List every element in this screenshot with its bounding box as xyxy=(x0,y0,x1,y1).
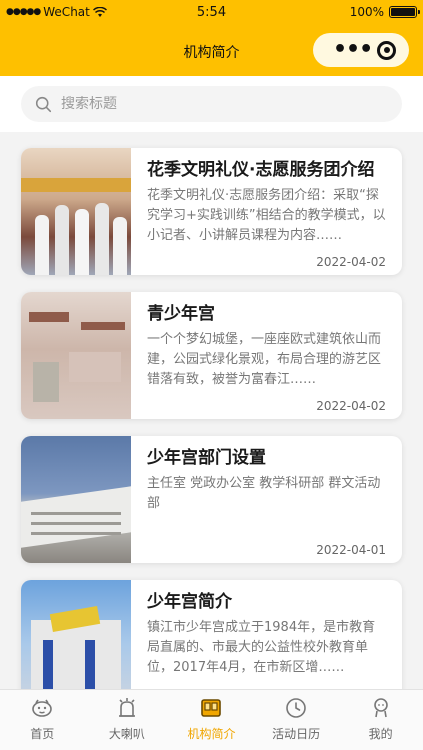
tab-organization[interactable]: 机构简介 xyxy=(169,690,254,750)
article-title: 花季文明礼仪·志愿服务团介绍 xyxy=(147,160,375,180)
home-icon xyxy=(32,699,53,717)
article-date: 2022-04-02 xyxy=(316,399,386,413)
tab-loudspeaker[interactable]: 大喇叭 xyxy=(85,690,170,750)
tab-label: 活动日历 xyxy=(272,727,321,741)
palace-facade-photo xyxy=(21,580,131,707)
article-summary: 一个个梦幻城堡，一座座欧式建筑依山而建，公园式绿化景观，布局合理的游艺区错落有致… xyxy=(147,332,382,387)
article-title: 少年宫简介 xyxy=(147,592,232,612)
article-summary: 花季文明礼仪·志愿服务团介绍：采取“探究学习+实践训练”相结合的教学模式，以小记… xyxy=(147,188,386,243)
article-summary: 主任室 党政办公室 教学科研部 群文活动部 xyxy=(147,476,381,511)
battery-icon xyxy=(389,6,420,18)
search-icon xyxy=(35,96,52,112)
status-bar: ●●●●● WeChat 5:54 100% xyxy=(0,0,423,26)
clock-icon xyxy=(286,698,306,718)
article-date: 2022-04-01 xyxy=(316,543,386,557)
article-card[interactable]: 花季文明礼仪·志愿服务团介绍 花季文明礼仪·志愿服务团介绍：采取“探究学习+实践… xyxy=(21,148,402,275)
organization-icon xyxy=(201,699,222,717)
article-card[interactable]: 少年宫简介 镇江市少年宫成立于1984年，是市教育局直属的、市最大的公益性校外教… xyxy=(21,580,402,707)
search-input[interactable] xyxy=(61,96,361,112)
search-area xyxy=(0,76,423,132)
tab-label: 我的 xyxy=(368,727,393,741)
article-date: 2022-04-02 xyxy=(316,255,386,269)
volunteers-photo xyxy=(21,148,131,275)
article-title: 少年宫部门设置 xyxy=(147,448,266,468)
search-box[interactable] xyxy=(21,86,402,122)
loudspeaker-icon xyxy=(118,698,135,717)
youth-palace-hall-photo xyxy=(21,292,131,419)
tab-home[interactable]: 首页 xyxy=(0,690,85,750)
mini-program-capsule: ••• xyxy=(313,33,409,67)
battery-percent: 100% xyxy=(349,5,384,19)
tab-calendar[interactable]: 活动日历 xyxy=(254,690,339,750)
article-title: 青少年宫 xyxy=(147,304,215,324)
tab-profile[interactable]: 我的 xyxy=(338,690,423,750)
more-options-icon[interactable]: ••• xyxy=(333,39,373,61)
article-card[interactable]: 少年宫部门设置 主任室 党政办公室 教学科研部 群文活动部 2022-04-01 xyxy=(21,436,402,563)
tab-label: 机构简介 xyxy=(187,727,236,741)
tab-bar: 首页 大喇叭 机构简介 活动日历 我的 xyxy=(0,689,423,750)
close-target-icon[interactable] xyxy=(377,40,396,60)
article-card[interactable]: 青少年宫 一个个梦幻城堡，一座座欧式建筑依山而建，公园式绿化景观，布局合理的游艺… xyxy=(21,292,402,419)
tab-label: 首页 xyxy=(30,727,55,741)
modern-building-photo xyxy=(21,436,131,563)
nav-bar: 机构简介 ••• xyxy=(0,26,423,76)
article-summary: 镇江市少年宫成立于1984年，是市教育局直属的、市最大的公益性校外教育单位，20… xyxy=(147,620,376,675)
tab-label: 大喇叭 xyxy=(108,727,145,741)
profile-icon xyxy=(373,698,388,718)
